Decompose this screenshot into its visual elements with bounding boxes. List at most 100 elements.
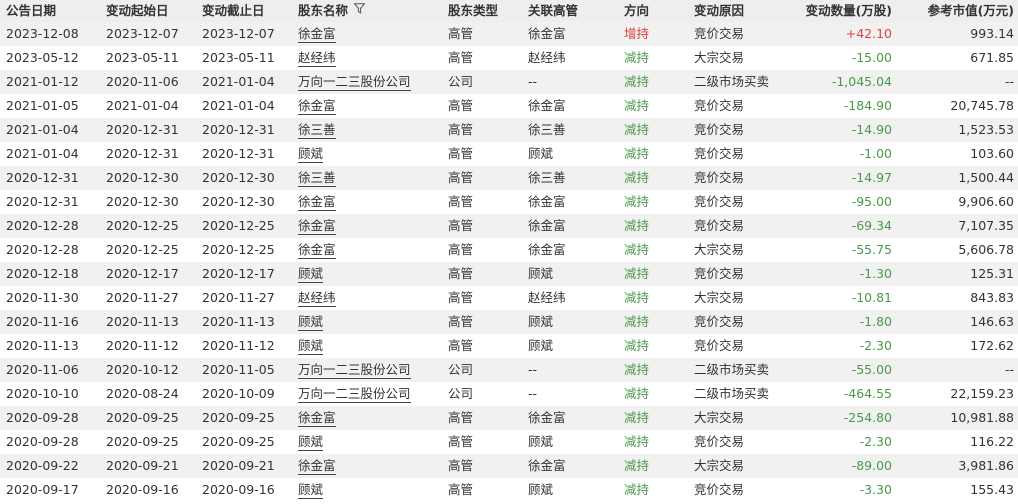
direction-cell: 减持 (618, 166, 688, 190)
related-exec-cell: 赵经纬 (522, 286, 618, 310)
holder-link[interactable]: 徐金富 (298, 410, 336, 427)
related-exec-cell: 顾斌 (522, 142, 618, 166)
holder-link[interactable]: 顾斌 (298, 314, 324, 331)
start-date-cell: 2020-12-31 (100, 142, 196, 166)
holder-link[interactable]: 徐金富 (298, 98, 336, 115)
market-value-cell: 3,981.86 (898, 454, 1018, 478)
holder-link[interactable]: 顾斌 (298, 434, 324, 451)
announce-date-cell: 2020-09-17 (0, 478, 100, 502)
market-value-cell: -- (898, 70, 1018, 94)
market-value-cell: 1,500.44 (898, 166, 1018, 190)
related-exec-cell: 徐金富 (522, 406, 618, 430)
holder-link[interactable]: 顾斌 (298, 266, 324, 283)
holder-link[interactable]: 徐金富 (298, 242, 336, 259)
header-change-qty[interactable]: 变动数量(万股) (792, 0, 898, 22)
direction-cell: 减持 (618, 310, 688, 334)
header-related-exec[interactable]: 关联高管 (522, 0, 618, 22)
holder-cell: 徐三善 (292, 166, 442, 190)
holder-link[interactable]: 万向一二三股份公司 (298, 362, 411, 379)
table-row[interactable]: 2020-11-16 2020-11-13 2020-11-13 顾斌 高管 顾斌 减持 竞价… (0, 310, 1018, 334)
announce-date-cell: 2021-01-05 (0, 94, 100, 118)
related-exec-cell: -- (522, 358, 618, 382)
related-exec-cell: -- (522, 70, 618, 94)
table-row[interactable]: 2020-10-10 2020-08-24 2020-10-09 万向一二三股份公司 公… (0, 382, 1018, 406)
holder-link[interactable]: 赵经纬 (298, 290, 336, 307)
announce-date-cell: 2020-10-10 (0, 382, 100, 406)
holder-link[interactable]: 顾斌 (298, 146, 324, 163)
table-row[interactable]: 2023-05-12 2023-05-11 2023-05-11 赵经纬 高管 赵经纬 减持… (0, 46, 1018, 70)
table-row[interactable]: 2020-12-31 2020-12-30 2020-12-30 徐金富 高管 徐金富 减持… (0, 190, 1018, 214)
reason-cell: 竞价交易 (688, 118, 792, 142)
table-row[interactable]: 2020-11-13 2020-11-12 2020-11-12 顾斌 高管 顾斌 减持 竞价… (0, 334, 1018, 358)
direction-cell: 减持 (618, 214, 688, 238)
end-date-cell: 2023-12-07 (196, 22, 292, 46)
holder-link[interactable]: 徐金富 (298, 194, 336, 211)
holder-type-cell: 公司 (442, 70, 522, 94)
start-date-cell: 2020-11-27 (100, 286, 196, 310)
table-row[interactable]: 2020-09-28 2020-09-25 2020-09-25 顾斌 高管 顾斌 减持 竞价… (0, 430, 1018, 454)
table-row[interactable]: 2023-12-08 2023-12-07 2023-12-07 徐金富 高管 徐金富 增持… (0, 22, 1018, 46)
change-qty-cell: -254.80 (792, 406, 898, 430)
holder-cell: 徐金富 (292, 406, 442, 430)
change-qty-cell: -14.97 (792, 166, 898, 190)
table-row[interactable]: 2020-09-17 2020-09-16 2020-09-16 顾斌 高管 顾斌 减持 竞价… (0, 478, 1018, 502)
table-row[interactable]: 2021-01-04 2020-12-31 2020-12-31 顾斌 高管 顾斌 减持 竞价… (0, 142, 1018, 166)
table-row[interactable]: 2020-11-30 2020-11-27 2020-11-27 赵经纬 高管 赵经纬 减持… (0, 286, 1018, 310)
holder-link[interactable]: 顾斌 (298, 482, 324, 499)
holder-link[interactable]: 徐三善 (298, 170, 336, 187)
filter-icon[interactable] (353, 0, 366, 21)
table-row[interactable]: 2020-11-06 2020-10-12 2020-11-05 万向一二三股份公司 公… (0, 358, 1018, 382)
market-value-cell: 1,523.53 (898, 118, 1018, 142)
header-end-date[interactable]: 变动截止日 (196, 0, 292, 22)
announce-date-cell: 2021-01-12 (0, 70, 100, 94)
holder-link[interactable]: 徐金富 (298, 218, 336, 235)
reason-cell: 竞价交易 (688, 142, 792, 166)
table-row[interactable]: 2020-12-31 2020-12-30 2020-12-30 徐三善 高管 徐三善 减持… (0, 166, 1018, 190)
holder-link[interactable]: 徐三善 (298, 122, 336, 139)
start-date-cell: 2020-11-12 (100, 334, 196, 358)
holder-type-cell: 高管 (442, 262, 522, 286)
reason-cell: 大宗交易 (688, 286, 792, 310)
table-row[interactable]: 2020-12-18 2020-12-17 2020-12-17 顾斌 高管 顾斌 减持 竞价… (0, 262, 1018, 286)
end-date-cell: 2020-09-25 (196, 430, 292, 454)
header-start-date[interactable]: 变动起始日 (100, 0, 196, 22)
holder-type-cell: 高管 (442, 214, 522, 238)
header-reason[interactable]: 变动原因 (688, 0, 792, 22)
end-date-cell: 2021-01-04 (196, 94, 292, 118)
header-market-value[interactable]: 参考市值(万元) (898, 0, 1018, 22)
table-row[interactable]: 2020-12-28 2020-12-25 2020-12-25 徐金富 高管 徐金富 减持… (0, 214, 1018, 238)
end-date-cell: 2021-01-04 (196, 70, 292, 94)
holder-link[interactable]: 顾斌 (298, 338, 324, 355)
header-holder-label: 股东名称 (298, 3, 349, 18)
reason-cell: 竞价交易 (688, 334, 792, 358)
announce-date-cell: 2020-12-28 (0, 238, 100, 262)
end-date-cell: 2020-12-30 (196, 166, 292, 190)
table-row[interactable]: 2020-09-22 2020-09-21 2020-09-21 徐金富 高管 徐金富 减持… (0, 454, 1018, 478)
header-holder[interactable]: 股东名称 (292, 0, 442, 22)
table-row[interactable]: 2020-12-28 2020-12-25 2020-12-25 徐金富 高管 徐金富 减持… (0, 238, 1018, 262)
market-value-cell: 146.63 (898, 310, 1018, 334)
holder-link[interactable]: 徐金富 (298, 26, 336, 43)
header-holder-type[interactable]: 股东类型 (442, 0, 522, 22)
table-row[interactable]: 2020-09-28 2020-09-25 2020-09-25 徐金富 高管 徐金富 减持… (0, 406, 1018, 430)
change-qty-cell: -1,045.04 (792, 70, 898, 94)
holder-link[interactable]: 万向一二三股份公司 (298, 74, 411, 91)
header-direction[interactable]: 方向 (618, 0, 688, 22)
header-announce-date[interactable]: 公告日期 (0, 0, 100, 22)
start-date-cell: 2020-12-31 (100, 118, 196, 142)
holder-link[interactable]: 万向一二三股份公司 (298, 386, 411, 403)
holder-cell: 顾斌 (292, 262, 442, 286)
table-row[interactable]: 2021-01-04 2020-12-31 2020-12-31 徐三善 高管 徐三善 减持… (0, 118, 1018, 142)
table-row[interactable]: 2021-01-05 2021-01-04 2021-01-04 徐金富 高管 徐金富 减持… (0, 94, 1018, 118)
holder-cell: 徐三善 (292, 118, 442, 142)
direction-cell: 减持 (618, 358, 688, 382)
market-value-cell: 993.14 (898, 22, 1018, 46)
holder-type-cell: 高管 (442, 142, 522, 166)
end-date-cell: 2020-09-16 (196, 478, 292, 502)
start-date-cell: 2020-12-25 (100, 214, 196, 238)
announce-date-cell: 2023-05-12 (0, 46, 100, 70)
holder-link[interactable]: 徐金富 (298, 458, 336, 475)
holder-link[interactable]: 赵经纬 (298, 50, 336, 67)
table-row[interactable]: 2021-01-12 2020-11-06 2021-01-04 万向一二三股份公司 公… (0, 70, 1018, 94)
holder-cell: 顾斌 (292, 142, 442, 166)
